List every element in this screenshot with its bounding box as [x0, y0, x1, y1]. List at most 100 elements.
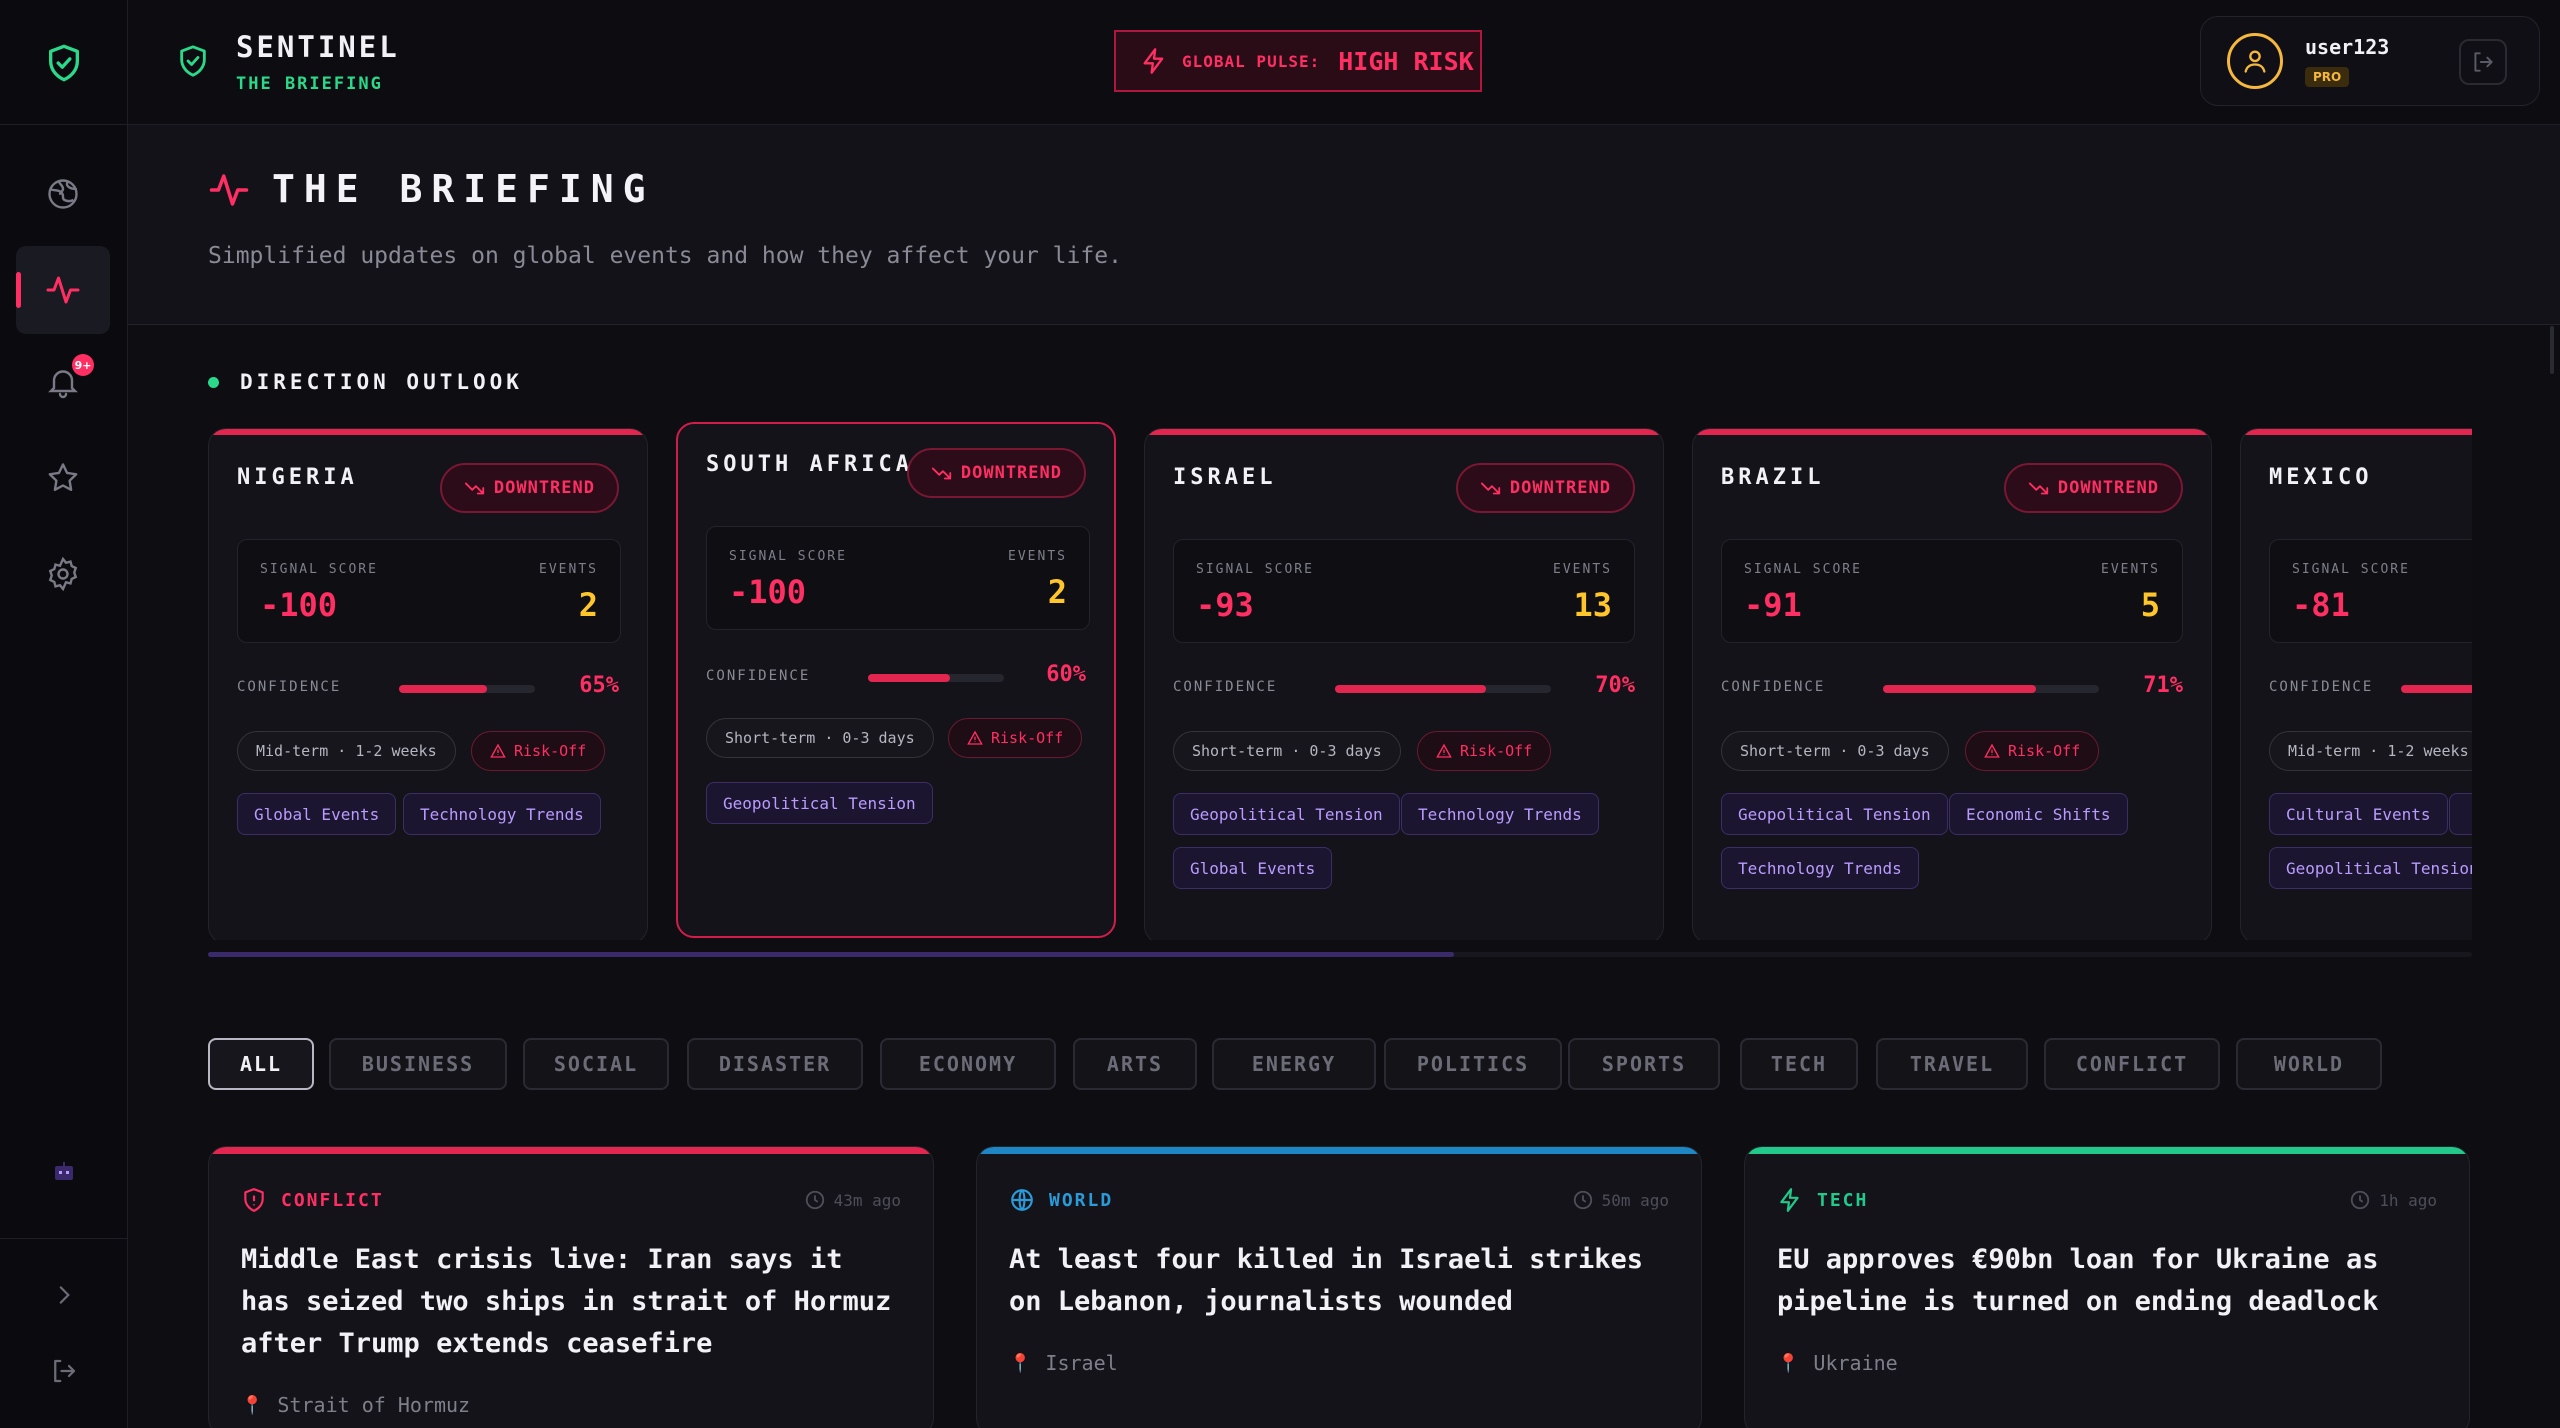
filter-economy[interactable]: ECONOMY — [880, 1038, 1056, 1090]
news-time-label: 1h ago — [2379, 1190, 2437, 1210]
country-name: ISRAEL — [1173, 465, 1277, 490]
filter-arts[interactable]: ARTS — [1073, 1038, 1197, 1090]
confidence-value: 70% — [1595, 673, 1635, 698]
confidence-label: CONFIDENCE — [237, 679, 342, 695]
nav-briefing[interactable] — [16, 246, 110, 334]
events-count: 2 — [1047, 573, 1067, 611]
news-card-world[interactable]: WORLD 50m ago At least four killed in Is… — [976, 1146, 1702, 1428]
outlook-card-brazil[interactable]: BRAZIL DOWNTREND SIGNAL SCORE EVENTS -91… — [1692, 428, 2212, 940]
trend-down-icon — [2028, 482, 2049, 495]
trend-badge: DOWNTREND — [439, 463, 619, 513]
signal-box: SIGNAL SCORE -81 — [2269, 539, 2472, 643]
signal-score: -81 — [2292, 586, 2350, 624]
filter-all[interactable]: ALL — [208, 1038, 314, 1090]
news-time-label: 43m ago — [833, 1190, 901, 1210]
avatar[interactable] — [2227, 33, 2283, 89]
filter-travel[interactable]: TRAVEL — [1876, 1038, 2028, 1090]
filter-energy[interactable]: ENERGY — [1212, 1038, 1376, 1090]
trend-badge: DOWNTREND — [1455, 463, 1635, 513]
confidence-bar — [1335, 685, 1551, 693]
risk-pill: Risk-Off — [1965, 731, 2100, 771]
filter-conflict[interactable]: CONFLICT — [2044, 1038, 2220, 1090]
outlook-card-south-africa[interactable]: SOUTH AFRICA DOWNTREND SIGNAL SCORE EVEN… — [676, 422, 1116, 938]
nav-favorites[interactable] — [16, 434, 110, 522]
topic-tag[interactable]: Cultural Events — [2269, 793, 2448, 835]
signal-score: -91 — [1744, 586, 1802, 624]
news-time-label: 50m ago — [1601, 1190, 1669, 1210]
confidence-value: 60% — [1046, 662, 1086, 687]
sidebar-logout-button[interactable] — [0, 1356, 128, 1386]
pulse-icon — [46, 276, 80, 304]
topic-tag[interactable]: Technology Trends — [1401, 793, 1599, 835]
outlook-card-mexico[interactable]: MEXICO SIGNAL SCORE -81 CONFIDENCE Mid-t… — [2240, 428, 2472, 940]
confidence-fill — [2401, 685, 2472, 693]
news-category-label: CONFLICT — [281, 1189, 384, 1211]
carousel-scroll-thumb[interactable] — [208, 952, 1454, 957]
page-scrollbar[interactable] — [2550, 326, 2554, 374]
logout-icon — [54, 1359, 76, 1383]
brand-subtitle: THE BRIEFING — [236, 74, 383, 94]
logout-button[interactable] — [2459, 39, 2507, 85]
confidence-value: 71% — [2143, 673, 2183, 698]
confidence-bar — [868, 674, 1004, 682]
pulse-icon — [209, 174, 249, 206]
news-category-label: TECH — [1817, 1189, 1869, 1211]
topic-tag[interactable] — [2449, 793, 2472, 835]
sidebar-divider — [0, 1238, 128, 1239]
country-name: MEXICO — [2269, 465, 2373, 490]
topic-tag[interactable]: Technology Trends — [1721, 847, 1919, 889]
events-count: 5 — [2140, 586, 2160, 624]
country-name: BRAZIL — [1721, 465, 1825, 490]
outlook-card-nigeria[interactable]: NIGERIA DOWNTREND SIGNAL SCORE EVENTS -1… — [208, 428, 648, 940]
news-title[interactable]: Middle East crisis live: Iran says it ha… — [241, 1239, 901, 1365]
confidence-bar — [1883, 685, 2099, 693]
pin-icon: 📍 — [1777, 1352, 1800, 1374]
signal-score-label: SIGNAL SCORE — [2292, 562, 2410, 577]
news-time: 1h ago — [2349, 1189, 2437, 1211]
risk-pill: Risk-Off — [1417, 731, 1552, 771]
filter-business[interactable]: BUSINESS — [329, 1038, 507, 1090]
news-card-tech[interactable]: TECH 1h ago EU approves €90bn loan for U… — [1744, 1146, 2470, 1428]
nav-alerts[interactable]: 9+ — [16, 338, 110, 426]
signal-box: SIGNAL SCORE EVENTS -91 5 — [1721, 539, 2183, 643]
events-label: EVENTS — [1008, 549, 1067, 564]
nav-globe[interactable] — [16, 150, 110, 238]
filter-politics[interactable]: POLITICS — [1384, 1038, 1562, 1090]
topic-tag[interactable]: Geopolitical Tension — [2269, 847, 2472, 889]
signal-box: SIGNAL SCORE EVENTS -100 2 — [237, 539, 621, 643]
topic-tag[interactable]: Geopolitical Tension — [1173, 793, 1400, 835]
filter-sports[interactable]: SPORTS — [1568, 1038, 1720, 1090]
expand-sidebar-button[interactable] — [0, 1282, 128, 1308]
section-dot — [208, 377, 219, 388]
confidence-fill — [1335, 685, 1487, 693]
warning-icon — [490, 743, 506, 758]
risk-label: Risk-Off — [2008, 742, 2081, 760]
news-title[interactable]: EU approves €90bn loan for Ukraine as pi… — [1777, 1239, 2437, 1323]
clock-icon — [805, 1190, 824, 1210]
news-title[interactable]: At least four killed in Israeli strikes … — [1009, 1239, 1669, 1323]
user-menu[interactable]: user123 PRO — [2200, 16, 2540, 106]
topic-tag[interactable]: Global Events — [237, 793, 397, 835]
news-card-conflict[interactable]: CONFLICT 43m ago Middle East crisis live… — [208, 1146, 934, 1428]
bot-button[interactable] — [0, 1160, 128, 1184]
topic-tag[interactable]: Technology Trends — [403, 793, 601, 835]
topic-tag[interactable]: Economic Shifts — [1949, 793, 2128, 835]
shield-check-icon[interactable] — [44, 42, 84, 84]
filter-tech[interactable]: TECH — [1740, 1038, 1858, 1090]
filter-social[interactable]: SOCIAL — [523, 1038, 669, 1090]
trend-down-icon — [931, 467, 952, 480]
nav-settings[interactable] — [16, 530, 110, 618]
topic-tag[interactable]: Geopolitical Tension — [706, 782, 933, 824]
topic-tag[interactable]: Geopolitical Tension — [1721, 793, 1948, 835]
warning-icon — [967, 730, 983, 745]
topic-tag[interactable]: Global Events — [1173, 847, 1333, 889]
news-location: 📍 Ukraine — [1777, 1351, 1898, 1375]
plan-badge: PRO — [2305, 67, 2350, 87]
outlook-card-israel[interactable]: ISRAEL DOWNTREND SIGNAL SCORE EVENTS -93… — [1144, 428, 1664, 940]
outlook-carousel[interactable]: NIGERIA DOWNTREND SIGNAL SCORE EVENTS -1… — [208, 420, 2472, 940]
filter-disaster[interactable]: DISASTER — [687, 1038, 863, 1090]
filter-world[interactable]: WORLD — [2236, 1038, 2382, 1090]
news-location: 📍 Israel — [1009, 1351, 1118, 1375]
country-name: SOUTH AFRICA — [706, 452, 913, 477]
confidence-bar — [399, 685, 535, 693]
